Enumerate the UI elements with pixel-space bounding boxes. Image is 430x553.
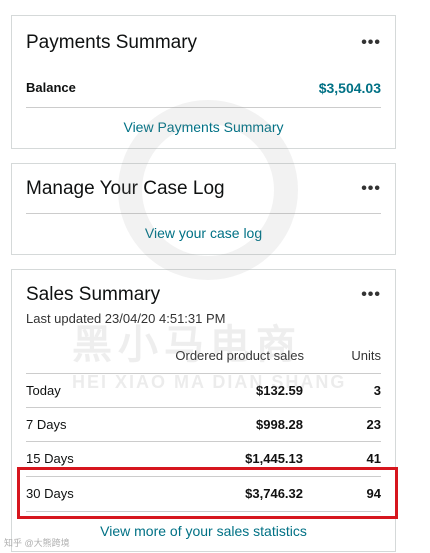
divider [26, 107, 381, 108]
sales-amount: $3,746.32 [245, 485, 303, 501]
view-case-log-link[interactable]: View your case log [12, 225, 395, 241]
column-header-units: Units [351, 348, 381, 363]
sales-row-30-days: 30 Days $3,746.32 94 [26, 476, 381, 510]
balance-label: Balance [26, 80, 76, 95]
case-log-header: Manage Your Case Log ••• [26, 178, 381, 200]
column-header-ordered-product-sales: Ordered product sales [175, 348, 304, 363]
sales-row-today: Today $132.59 3 [26, 373, 381, 407]
payments-summary-title: Payments Summary [26, 32, 198, 53]
sales-amount: $998.28 [256, 416, 303, 432]
balance-value[interactable]: $3,504.03 [319, 80, 381, 96]
divider [26, 213, 381, 214]
last-updated-text: Last updated 23/04/20 4:51:31 PM [26, 311, 226, 326]
sales-period: 30 Days [26, 485, 74, 501]
sales-units: 41 [366, 450, 381, 466]
case-log-title: Manage Your Case Log [26, 178, 225, 199]
sales-summary-header: Sales Summary ••• [26, 284, 381, 306]
sales-units: 94 [366, 485, 381, 501]
case-log-card: Manage Your Case Log ••• View your case … [11, 163, 396, 255]
sales-summary-card: Sales Summary ••• Last updated 23/04/20 … [11, 269, 398, 552]
payments-summary-header: Payments Summary ••• [26, 32, 381, 54]
sales-period: Today [26, 382, 61, 398]
view-payments-summary-link[interactable]: View Payments Summary [12, 119, 395, 135]
sales-amount: $132.59 [256, 382, 303, 398]
sales-summary-title: Sales Summary [26, 284, 161, 305]
sales-units: 23 [366, 416, 381, 432]
sales-row-15-days: 15 Days $1,445.13 41 [26, 441, 381, 475]
sales-amount: $1,445.13 [245, 450, 303, 466]
payments-summary-card: Payments Summary ••• Balance $3,504.03 V… [11, 15, 396, 149]
more-options-icon[interactable]: ••• [361, 181, 381, 197]
more-options-icon[interactable]: ••• [361, 35, 381, 51]
sales-row-7-days: 7 Days $998.28 23 [26, 407, 381, 441]
view-sales-statistics-link[interactable]: View more of your sales statistics [12, 523, 395, 539]
sales-period: 15 Days [26, 450, 74, 466]
balance-row: Balance $3,504.03 [26, 80, 381, 96]
sales-period: 7 Days [26, 416, 67, 432]
sales-units: 3 [373, 382, 381, 398]
more-options-icon[interactable]: ••• [361, 287, 381, 303]
divider [26, 511, 381, 512]
